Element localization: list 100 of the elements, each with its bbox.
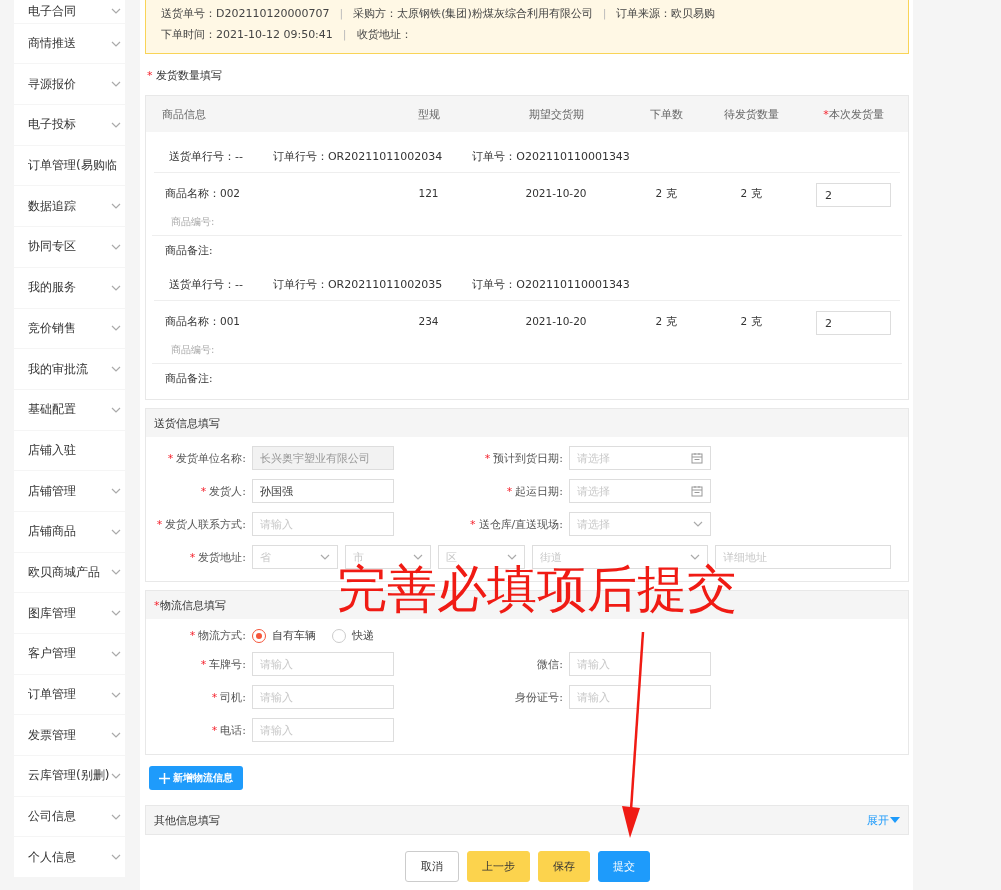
chevron-down-icon: [693, 521, 703, 527]
sidebar-item[interactable]: 协同专区: [14, 227, 125, 267]
column-header: 型规: [416, 106, 441, 122]
field-label: * 发货人联系方式:: [155, 516, 246, 532]
order-info: 收货地址：: [356, 27, 412, 42]
input-field[interactable]: 孙国强: [252, 479, 394, 503]
chevron-down-icon: [507, 554, 517, 560]
table-cell-text: 121: [417, 186, 440, 199]
chevron-down-icon: [690, 554, 700, 560]
field-label: * 发货人:: [199, 483, 246, 499]
chevron-down-icon: [111, 650, 121, 657]
chevron-down-icon: [111, 8, 121, 15]
chevron-down-icon: [111, 325, 121, 332]
sidebar-item[interactable]: 基础配置: [14, 389, 125, 430]
table-cell-text: 2021-10-20: [524, 314, 588, 327]
order-info: 采购方：太原钢铁(集团)粉煤灰综合利用有限公司: [353, 6, 593, 21]
sidebar-item[interactable]: 客户管理: [14, 634, 125, 674]
chevron-down-icon: [111, 81, 121, 88]
sidebar-item[interactable]: 订单管理: [14, 674, 125, 715]
table-cell-text: 2 克: [739, 186, 763, 201]
separator: |: [342, 28, 347, 41]
order-info: 送货单号：D202110120000707: [161, 6, 330, 21]
sidebar-item[interactable]: 店铺商品: [14, 511, 125, 552]
chevron-down-icon: [111, 569, 121, 576]
table-cell-text: 2021-10-20: [524, 186, 588, 199]
field-label: * 发货单位名称:: [166, 450, 246, 466]
chevron-down-icon: [111, 406, 121, 413]
chevron-down-icon: [111, 488, 121, 495]
field-label: 身份证号:: [514, 689, 563, 705]
field-label: * 预计到货日期:: [483, 450, 563, 466]
chevron-down-icon: [111, 40, 121, 47]
field-label: * 司机:: [210, 689, 246, 705]
chevron-down-icon: [111, 691, 121, 698]
sidebar-item[interactable]: 店铺管理: [14, 471, 125, 511]
field-label: * 送仓库/直送现场:: [469, 516, 563, 532]
product-code: 商品编号:: [171, 216, 215, 227]
chevron-down-icon: [111, 121, 121, 128]
chevron-down-icon: [111, 610, 121, 617]
action-button[interactable]: 取消: [404, 851, 459, 882]
chevron-down-icon: [320, 554, 330, 560]
sidebar-item[interactable]: 我的服务: [14, 267, 125, 308]
action-button[interactable]: 上一步: [466, 851, 530, 882]
section-title: * 发货数量填写: [146, 68, 223, 84]
separator: |: [602, 7, 607, 20]
chevron-down-icon: [111, 854, 121, 861]
sidebar-item[interactable]: 寻源报价: [14, 64, 125, 105]
sidebar-item[interactable]: 店铺入驻: [14, 430, 125, 471]
chevron-down-icon: [111, 528, 121, 535]
sidebar-item[interactable]: 订单管理(易购临: [14, 145, 125, 186]
table-cell-text: 234: [417, 314, 440, 327]
field-label: * 发货地址:: [188, 549, 246, 565]
quantity-field[interactable]: 2: [816, 183, 891, 207]
line-info: 订单号：O202110110001343: [472, 277, 630, 292]
sidebar-item[interactable]: 数据追踪: [14, 186, 125, 227]
sidebar-item[interactable]: 商情推送: [14, 23, 125, 64]
radio-option[interactable]: 自有车辆: [252, 628, 316, 643]
separator: |: [339, 7, 344, 20]
sidebar-item[interactable]: 欧贝商城产品: [14, 552, 125, 593]
field-label: 微信:: [536, 656, 563, 672]
column-header: *本次发货量: [822, 106, 885, 122]
sidebar-item[interactable]: 发票管理: [14, 715, 125, 756]
field-label: * 电话:: [210, 722, 246, 738]
product-remark: 商品备注:: [165, 372, 213, 384]
quantity-field[interactable]: 2: [816, 311, 891, 335]
line-info: 订单号：O202110110001343: [472, 149, 630, 164]
order-info: 下单时间：2021-10-12 09:50:41: [161, 27, 333, 42]
action-button[interactable]: 保存: [537, 851, 590, 882]
sidebar-item[interactable]: 我的审批流: [14, 349, 125, 389]
calendar-icon: [691, 485, 703, 497]
sidebar-item[interactable]: 云库管理(别删): [14, 756, 125, 796]
line-info: 订单行号：OR20211011002035: [272, 277, 443, 292]
section-header: 送货信息填写: [146, 409, 908, 437]
calendar-icon: [691, 452, 703, 464]
line-info: 订单行号：OR20211011002034: [272, 149, 443, 164]
field-label: * 车牌号:: [199, 656, 246, 672]
column-header: 商品信息: [161, 106, 207, 122]
plus-icon: [159, 772, 170, 784]
chevron-down-icon: [413, 554, 423, 560]
column-header: 期望交货期: [527, 106, 585, 122]
chevron-down-icon: [111, 243, 121, 250]
chevron-down-icon: [111, 203, 121, 210]
chevron-down-icon: [111, 772, 121, 779]
sidebar-item[interactable]: 图库管理: [14, 593, 125, 633]
product-remark: 商品备注:: [165, 244, 213, 256]
chevron-down-icon: [111, 366, 121, 373]
radio-option[interactable]: 快递: [332, 628, 374, 643]
table-cell-text: 2 克: [739, 314, 763, 329]
chevron-down-icon: [111, 284, 121, 291]
column-header: 待发货数量: [722, 106, 780, 122]
product-code: 商品编号:: [171, 344, 215, 355]
field-label: * 起运日期:: [505, 483, 563, 499]
sidebar-item[interactable]: 个人信息: [14, 837, 125, 878]
order-info: 订单来源：欧贝易购: [616, 6, 716, 21]
line-info: 送货单行号：--: [169, 149, 243, 164]
chevron-down-icon: [111, 813, 121, 820]
sidebar-item[interactable]: 竞价销售: [14, 308, 125, 349]
sidebar-item[interactable]: 电子合同: [14, 0, 125, 23]
line-info: 送货单行号：--: [169, 277, 243, 292]
sidebar-item[interactable]: 电子投标: [14, 105, 125, 145]
sidebar-item[interactable]: 公司信息: [14, 796, 125, 837]
